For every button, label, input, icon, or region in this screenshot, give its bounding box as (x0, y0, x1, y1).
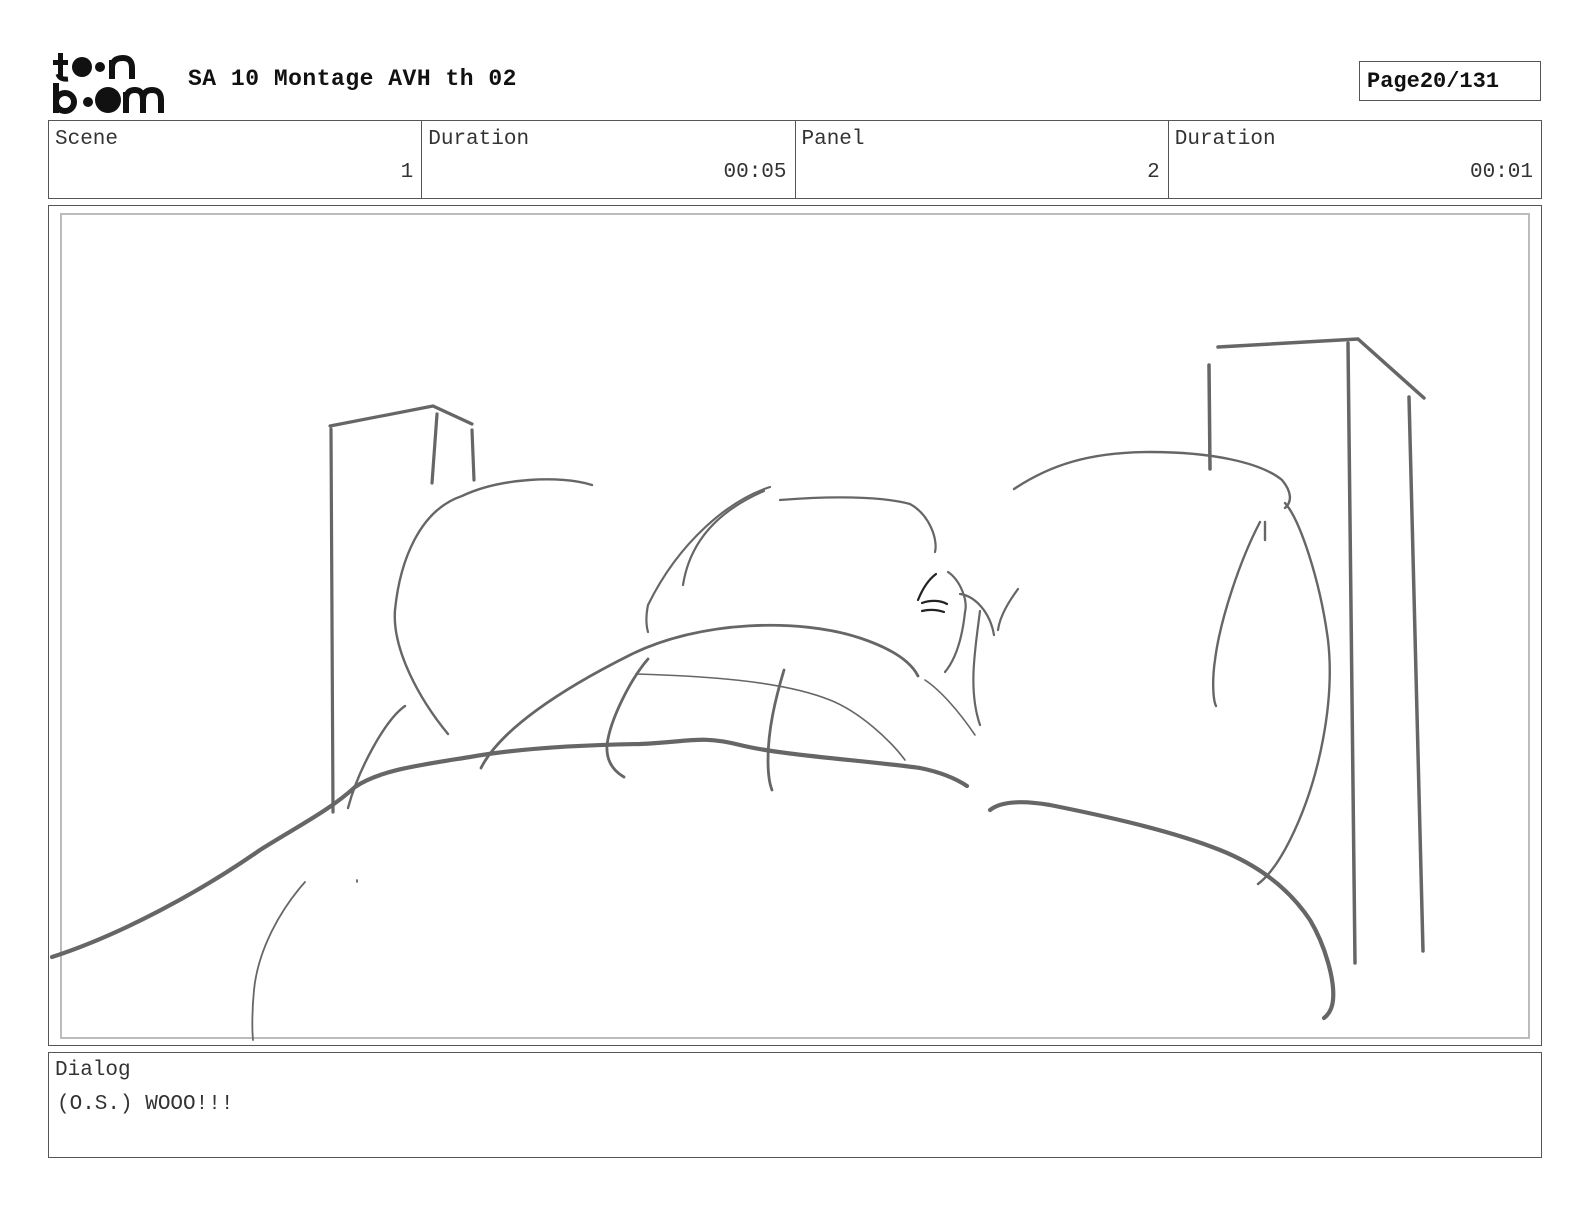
scene-duration-cell: Duration 00:05 (422, 121, 796, 198)
blanket-crease (635, 673, 976, 761)
dialog-label: Dialog (55, 1059, 131, 1082)
scene-duration-label: Duration (428, 128, 530, 151)
panel-duration-value: 00:01 (1469, 161, 1533, 184)
panel-label: Panel (801, 128, 865, 151)
panel-duration-cell: Duration 00:01 (1169, 121, 1541, 198)
closed-eye (916, 572, 949, 614)
panel-duration-label: Duration (1174, 128, 1276, 151)
scene-duration-value: 00:05 (723, 161, 787, 184)
panel-info-row: Scene 1 Duration 00:05 Panel 2 Duration … (48, 120, 1542, 199)
panel-cell: Panel 2 (796, 121, 1169, 198)
scene-label: Scene (55, 128, 119, 151)
body-contour (251, 879, 358, 1041)
blanket-edge (49, 737, 1336, 1021)
right-pillow (1012, 450, 1331, 886)
toon-boom-logo (53, 53, 164, 114)
character-head (645, 485, 1020, 727)
left-bedpost (328, 404, 476, 814)
dialog-box: Dialog (O.S.) WOOO!!! (48, 1052, 1542, 1158)
dialog-text: (O.S.) WOOO!!! (57, 1093, 234, 1116)
page-indicator: Page 20/131 (1359, 61, 1541, 101)
blanket-fold (479, 623, 920, 792)
right-bedpost (1207, 337, 1426, 965)
scene-value: 1 (400, 161, 414, 184)
project-title: SA 10 Montage AVH th 02 (188, 66, 517, 92)
page-label: Page (1367, 68, 1420, 94)
panel-value: 2 (1147, 161, 1160, 184)
scene-cell: Scene 1 (49, 121, 423, 198)
panel-sketch (49, 337, 1426, 1041)
page-number: 20/131 (1419, 68, 1500, 94)
